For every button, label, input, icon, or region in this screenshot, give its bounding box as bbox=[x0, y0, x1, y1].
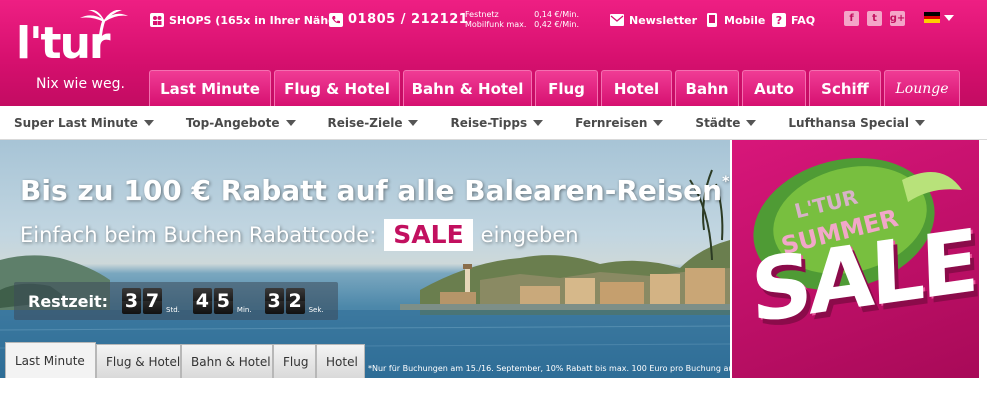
rate-value: 0,42 €/Min. bbox=[534, 20, 579, 29]
subnav-reise-tipps[interactable]: Reise-Tipps bbox=[450, 115, 544, 130]
booking-tab-flug[interactable]: Flug bbox=[273, 344, 316, 378]
twitter-icon[interactable]: t bbox=[867, 11, 882, 26]
mobile-phone-icon bbox=[707, 13, 717, 27]
booking-tab-bahn-hotel[interactable]: Bahn & Hotel bbox=[181, 344, 273, 378]
svg-text:?: ? bbox=[776, 14, 782, 27]
mobile-label: Mobile bbox=[724, 13, 766, 27]
chevron-down-icon bbox=[653, 119, 664, 126]
main-nav-schiff[interactable]: Schiff bbox=[809, 70, 881, 106]
subline-text-end: eingeben bbox=[480, 223, 579, 247]
facebook-icon[interactable]: f bbox=[844, 11, 859, 26]
rate-label: Mobilfunk max. bbox=[465, 20, 527, 29]
summer-sale-promo[interactable]: L'TUR SUMMER SALE bbox=[730, 140, 979, 378]
hero-footnote: *Nur für Buchungen am 15./16. September,… bbox=[368, 364, 730, 373]
chevron-down-icon bbox=[914, 119, 925, 126]
faq-link[interactable]: ? FAQ bbox=[772, 13, 815, 27]
site-header: l'tur Nix wie weg. SHOPS (165x in Ihrer … bbox=[0, 0, 987, 106]
main-nav-flug-hotel[interactable]: Flug & Hotel bbox=[274, 70, 400, 106]
rate-value: 0,14 €/Min. bbox=[534, 10, 579, 19]
sub-navigation: Super Last Minute Top-Angebote Reise-Zie… bbox=[0, 106, 987, 140]
page-bottom bbox=[0, 378, 987, 418]
hero-headline: Bis zu 100 € Rabatt auf alle Balearen-Re… bbox=[20, 174, 729, 207]
main-nav-auto[interactable]: Auto bbox=[742, 70, 806, 106]
headline-text: Bis zu 100 € Rabatt auf alle Balearen-Re… bbox=[20, 174, 723, 207]
shops-link[interactable]: SHOPS (165x in Ihrer Nähe) bbox=[150, 13, 341, 27]
countdown-timer: Restzeit: 3 7 Std. 4 5 Min. 3 2 Sek. bbox=[14, 282, 338, 320]
germany-flag-icon bbox=[924, 12, 940, 24]
promo-code: SALE bbox=[384, 219, 473, 251]
shops-label: SHOPS (165x in Ihrer Nähe) bbox=[169, 13, 341, 27]
ltur-logo[interactable]: l'tur Nix wie weg. bbox=[14, 8, 139, 98]
subnav-label: Reise-Ziele bbox=[327, 115, 403, 130]
countdown-digit: 4 bbox=[192, 288, 212, 314]
social-links: f t g+ bbox=[844, 11, 905, 26]
subnav-reise-ziele[interactable]: Reise-Ziele bbox=[328, 116, 419, 130]
booking-tab-last-minute[interactable]: Last Minute bbox=[5, 342, 96, 378]
booking-tab-flug-hotel[interactable]: Flug & Hotel bbox=[96, 344, 181, 378]
countdown-digit: 7 bbox=[143, 288, 163, 314]
countdown-unit: Std. bbox=[166, 306, 180, 314]
main-nav-last-minute[interactable]: Last Minute bbox=[149, 70, 271, 106]
call-rates: Festnetz 0,14 €/Min. Mobilfunk max. 0,42 €… bbox=[465, 10, 579, 30]
newsletter-link[interactable]: Newsletter bbox=[610, 13, 697, 27]
page-edge bbox=[979, 140, 987, 418]
newsletter-label: Newsletter bbox=[629, 13, 698, 27]
main-nav-flug[interactable]: Flug bbox=[535, 70, 598, 106]
subnav-fernreisen[interactable]: Fernreisen bbox=[575, 115, 664, 130]
subnav-label: Lufthansa Special bbox=[788, 115, 909, 130]
chevron-down-icon bbox=[143, 119, 154, 126]
headline-footnote-mark: * bbox=[722, 174, 730, 190]
main-navigation: Last Minute Flug & Hotel Bahn & Hotel Fl… bbox=[149, 70, 960, 106]
chevron-down-icon bbox=[746, 119, 757, 126]
help-question-icon: ? bbox=[772, 13, 786, 27]
envelope-icon bbox=[610, 14, 624, 26]
subnav-label: Top-Angebote bbox=[185, 115, 280, 130]
hero-banner[interactable]: Bis zu 100 € Rabatt auf alle Balearen-Re… bbox=[0, 140, 730, 378]
logo-slogan: Nix wie weg. bbox=[36, 76, 125, 92]
subnav-staedte[interactable]: Städte bbox=[695, 115, 757, 130]
subline-text: Einfach beim Buchen Rabattcode: bbox=[20, 223, 377, 247]
subnav-top-angebote[interactable]: Top-Angebote bbox=[186, 116, 296, 130]
chevron-down-icon bbox=[285, 119, 296, 126]
countdown-unit: Min. bbox=[236, 306, 252, 314]
subnav-label: Reise-Tipps bbox=[450, 115, 528, 130]
main-nav-hotel[interactable]: Hotel bbox=[601, 70, 672, 106]
subnav-label: Fernreisen bbox=[575, 115, 648, 130]
chevron-down-icon bbox=[408, 119, 419, 126]
logo-wordmark: l'tur bbox=[16, 18, 111, 69]
phone-hotline[interactable]: 01805 / 212121 bbox=[329, 12, 468, 27]
chevron-down-icon bbox=[533, 119, 544, 126]
countdown-label: Restzeit: bbox=[28, 291, 109, 311]
main-nav-lounge[interactable]: Lounge bbox=[884, 70, 960, 106]
phone-number: 01805 / 212121 bbox=[348, 12, 469, 27]
shops-people-icon bbox=[150, 13, 164, 27]
countdown-digit: 5 bbox=[213, 288, 233, 314]
subnav-super-last-minute[interactable]: Super Last Minute bbox=[14, 116, 154, 130]
language-selector[interactable] bbox=[924, 12, 954, 24]
phone-icon bbox=[329, 12, 343, 27]
faq-label: FAQ bbox=[791, 13, 816, 27]
main-nav-bahn[interactable]: Bahn bbox=[675, 70, 739, 106]
hero-subline: Einfach beim Buchen Rabattcode: SALE ein… bbox=[20, 219, 579, 251]
booking-tab-hotel[interactable]: Hotel bbox=[316, 344, 365, 378]
chevron-down-icon bbox=[944, 14, 954, 21]
countdown-digit: 2 bbox=[285, 288, 305, 314]
main-nav-bahn-hotel[interactable]: Bahn & Hotel bbox=[403, 70, 532, 106]
subnav-label: Städte bbox=[695, 115, 741, 130]
rate-label: Festnetz bbox=[465, 10, 499, 19]
countdown-digit: 3 bbox=[122, 288, 142, 314]
google-plus-icon[interactable]: g+ bbox=[890, 11, 905, 26]
subnav-lufthansa-special[interactable]: Lufthansa Special bbox=[788, 116, 925, 130]
mobile-link[interactable]: Mobile bbox=[705, 13, 765, 27]
booking-search-tabs: Last Minute Flug & Hotel Bahn & Hotel Fl… bbox=[5, 342, 365, 378]
subnav-label: Super Last Minute bbox=[14, 115, 138, 130]
countdown-digit: 3 bbox=[264, 288, 284, 314]
countdown-unit: Sek. bbox=[308, 306, 324, 314]
